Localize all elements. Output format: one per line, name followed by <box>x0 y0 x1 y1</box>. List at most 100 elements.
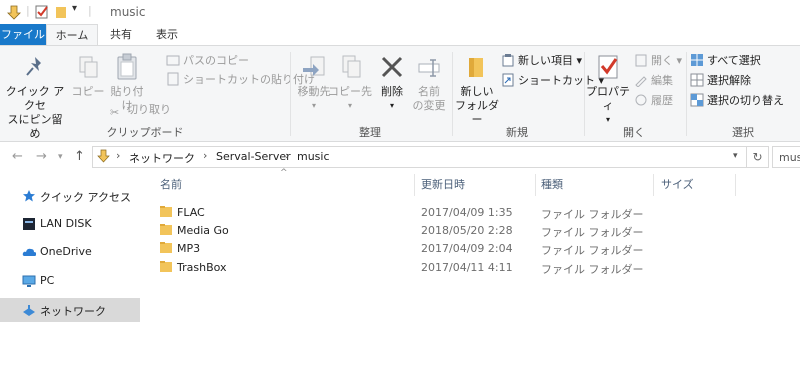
tab-view[interactable]: 表示 <box>146 24 188 46</box>
lan-disk-icon <box>23 218 35 230</box>
new-folder-icon <box>462 52 492 82</box>
edit-button[interactable]: 編集 <box>634 72 673 89</box>
nav-item-onedrive[interactable]: OneDrive <box>0 240 140 264</box>
copy-to-label: コピー先 <box>328 85 372 98</box>
column-header-name[interactable]: 名前 <box>160 176 182 192</box>
select-none-icon <box>690 73 704 87</box>
back-arrow-icon[interactable]: ← <box>12 149 23 164</box>
new-item-button[interactable]: 新しい項目 ▾ <box>501 52 582 69</box>
new-folder-button[interactable]: 新しい フォルダー <box>454 52 500 127</box>
nav-item-pc[interactable]: PC <box>0 269 140 293</box>
pin-icon <box>20 52 50 82</box>
refresh-icon: ↻ <box>752 150 763 164</box>
new-item-icon <box>501 53 515 67</box>
forward-arrow-icon[interactable]: → <box>36 149 47 164</box>
copy-icon <box>73 52 103 82</box>
table-row[interactable]: Media Go 2018/05/20 2:28 ファイル フォルダー <box>142 221 800 240</box>
group-label-new: 新規 <box>506 126 528 139</box>
ribbon-tabs: ファイル ホーム 共有 表示 <box>0 24 800 46</box>
rename-button[interactable]: 名前 の変更 <box>408 52 450 113</box>
new-folder-label-line2: フォルダー <box>455 99 499 126</box>
delete-label: 削除 <box>381 85 403 98</box>
up-arrow-icon[interactable]: ↑ <box>74 149 85 164</box>
breadcrumb-chevron-icon[interactable]: › <box>285 149 289 162</box>
scissors-icon: ✂ <box>110 106 120 119</box>
customize-toolbar-icon[interactable]: ▾ <box>72 3 77 14</box>
tab-share[interactable]: 共有 <box>100 24 142 46</box>
delete-button[interactable]: 削除 ▾ <box>376 52 408 113</box>
file-type: ファイル フォルダー <box>541 226 644 239</box>
tab-file[interactable]: ファイル <box>0 24 46 46</box>
pin-label-line1: クイック アクセ <box>5 85 65 112</box>
column-header-size[interactable]: サイズ <box>661 176 694 192</box>
open-label: 開く <box>651 54 673 67</box>
table-row[interactable]: MP3 2017/04/09 2:04 ファイル フォルダー <box>142 239 800 258</box>
copy-path-button[interactable]: パスのコピー <box>166 52 249 69</box>
breadcrumb-server[interactable]: Serval-Server <box>216 150 291 163</box>
column-header-type[interactable]: 種類 <box>541 176 563 192</box>
nav-item-network[interactable]: ネットワーク <box>0 298 140 322</box>
breadcrumb-network[interactable]: ネットワーク <box>129 150 195 166</box>
group-label-clipboard: クリップボード <box>106 126 184 139</box>
folder-icon <box>7 5 21 20</box>
history-button[interactable]: 履歴 <box>634 92 673 109</box>
group-label-select: 選択 <box>732 126 754 139</box>
column-header-modified[interactable]: 更新日時 <box>421 176 465 192</box>
file-list: ^ 名前 更新日時 種類 サイズ FLAC 2017/04/09 1:35 ファ… <box>142 168 800 385</box>
nav-item-lan-disk[interactable]: LAN DISK <box>0 212 140 236</box>
breadcrumb-chevron-icon[interactable]: › <box>116 149 120 162</box>
pc-icon <box>22 275 36 287</box>
nav-label: クイック アクセス <box>40 191 131 204</box>
search-input[interactable]: mus <box>772 146 800 168</box>
invert-selection-button[interactable]: 選択の切り替え <box>690 92 784 109</box>
properties-button[interactable]: プロパティ ▾ <box>586 52 630 127</box>
group-label-open: 開く <box>623 126 645 139</box>
select-all-button[interactable]: すべて選択 <box>690 52 761 69</box>
invert-selection-icon <box>690 93 704 107</box>
breadcrumb-music[interactable]: music <box>297 150 330 163</box>
file-name: MP3 <box>177 242 201 255</box>
navigation-pane: クイック アクセス LAN DISK OneDrive PC ネットワーク <box>0 172 140 385</box>
cut-button[interactable]: ✂ 切り取り <box>110 101 171 119</box>
star-icon <box>23 190 35 202</box>
file-type: ファイル フォルダー <box>541 263 644 276</box>
table-row[interactable]: TrashBox 2017/04/11 4:11 ファイル フォルダー <box>142 258 800 277</box>
properties-icon <box>593 52 623 82</box>
copy-to-button[interactable]: コピー先 ▾ <box>328 52 372 113</box>
nav-item-quick-access[interactable]: クイック アクセス <box>0 184 140 208</box>
recent-locations-icon[interactable]: ▾ <box>58 152 63 162</box>
select-none-button[interactable]: 選択解除 <box>690 72 751 89</box>
edit-icon <box>634 73 648 88</box>
copy-button[interactable]: コピー <box>70 52 106 99</box>
network-folder-icon <box>97 149 110 163</box>
copy-path-label: パスのコピー <box>183 54 249 67</box>
cut-label: 切り取り <box>127 103 171 116</box>
refresh-button[interactable]: ↻ <box>747 146 769 168</box>
file-date: 2017/04/11 4:11 <box>421 261 513 274</box>
address-bar[interactable]: › ネットワーク › Serval-Server › music ▾ <box>92 146 747 168</box>
edit-label: 編集 <box>651 74 673 87</box>
open-button[interactable]: 開く ▾ <box>634 52 682 69</box>
copy-to-icon <box>335 52 365 82</box>
new-folder-icon[interactable] <box>54 4 68 20</box>
folder-icon <box>160 261 172 272</box>
tab-home[interactable]: ホーム <box>46 24 98 46</box>
shortcut-icon <box>501 73 515 87</box>
properties-check-icon[interactable] <box>34 4 50 20</box>
history-label: 履歴 <box>651 94 673 107</box>
address-dropdown-icon[interactable]: ▾ <box>733 151 738 161</box>
history-icon <box>634 93 648 107</box>
file-name: Media Go <box>177 224 229 237</box>
ribbon: クイック アクセ スにピン留め コピー 貼り付け パスのコピー ショートカットの… <box>0 45 800 142</box>
nav-label: LAN DISK <box>40 217 92 230</box>
select-none-label: 選択解除 <box>707 74 751 87</box>
invert-selection-label: 選択の切り替え <box>707 94 784 107</box>
select-all-label: すべて選択 <box>707 54 761 67</box>
breadcrumb-chevron-icon[interactable]: › <box>203 149 207 162</box>
nav-label: PC <box>40 274 55 287</box>
file-date: 2017/04/09 2:04 <box>421 242 513 255</box>
paste-icon <box>112 52 142 82</box>
move-to-icon <box>299 52 329 82</box>
table-row[interactable]: FLAC 2017/04/09 1:35 ファイル フォルダー <box>142 203 800 222</box>
properties-label: プロパティ <box>586 85 630 112</box>
